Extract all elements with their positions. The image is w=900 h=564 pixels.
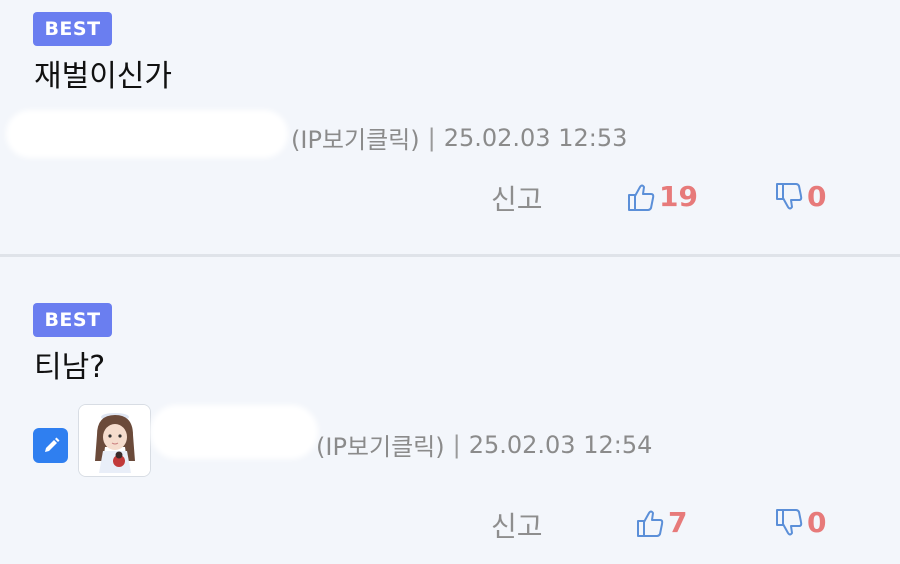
meta-separator: | [452, 430, 461, 459]
downvote-button[interactable]: 0 [775, 180, 826, 213]
downvote-count: 0 [807, 180, 827, 213]
ip-view-link[interactable]: (IP보기클릭) [291, 120, 420, 155]
thumbs-up-icon [636, 508, 664, 538]
meta-separator: | [427, 123, 436, 152]
comment-meta: (IP보기클릭) | 25.02.03 12:54 [316, 427, 652, 462]
upvote-count: 7 [668, 506, 688, 539]
thumbs-down-icon [775, 182, 803, 212]
avatar[interactable] [78, 404, 151, 477]
redacted-username [150, 405, 318, 459]
upvote-button[interactable]: 19 [627, 180, 698, 213]
redacted-username [6, 110, 288, 158]
thumbs-down-icon [775, 508, 803, 538]
upvote-count: 19 [659, 180, 698, 213]
downvote-count: 0 [807, 506, 827, 539]
comment-meta: (IP보기클릭) | 25.02.03 12:53 [291, 120, 627, 155]
ip-view-link[interactable]: (IP보기클릭) [316, 427, 445, 462]
best-badge: BEST [33, 12, 112, 46]
timestamp: 25.02.03 12:53 [443, 123, 628, 152]
timestamp: 25.02.03 12:54 [468, 430, 653, 459]
thumbs-up-icon [627, 182, 655, 212]
report-button[interactable]: 신고 [491, 505, 543, 545]
best-badge: BEST [33, 303, 112, 337]
downvote-button[interactable]: 0 [775, 506, 826, 539]
comment-text: 티남? [34, 350, 106, 385]
pencil-icon[interactable] [33, 428, 68, 463]
comment-item: BEST 티남? (IP보기클릭) | 25.02.03 12:54 신고 7 … [0, 257, 900, 564]
comment-item: BEST 재벌이신가 (IP보기클릭) | 25.02.03 12:53 신고 … [0, 0, 900, 254]
comment-text: 재벌이신가 [34, 59, 172, 94]
report-button[interactable]: 신고 [491, 178, 543, 218]
upvote-button[interactable]: 7 [636, 506, 687, 539]
